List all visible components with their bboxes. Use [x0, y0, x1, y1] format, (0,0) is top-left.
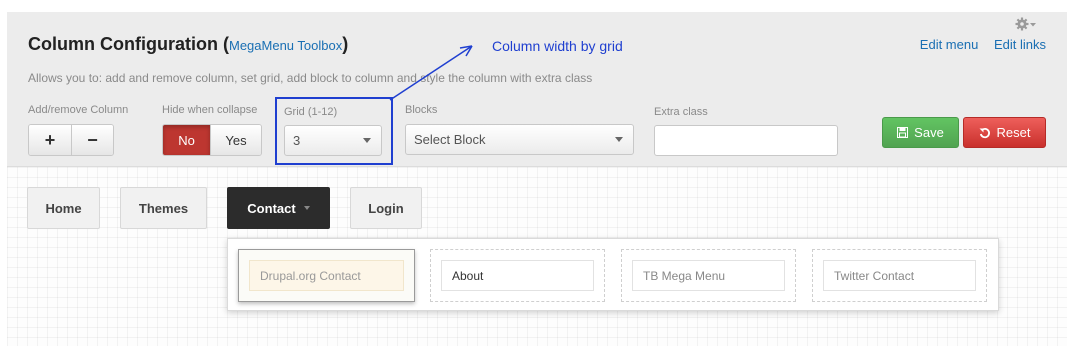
add-column-button[interactable]: +: [29, 125, 71, 155]
menu-column[interactable]: About: [430, 249, 605, 302]
nav-item-label: Login: [368, 200, 404, 216]
save-label: Save: [914, 125, 944, 140]
extra-class-input[interactable]: [654, 125, 838, 156]
title-text: Column Configuration: [28, 34, 218, 54]
edit-links-link[interactable]: Edit links: [994, 37, 1046, 52]
blocks-select[interactable]: Select Block: [405, 124, 634, 155]
extra-class-label: Extra class: [654, 106, 708, 118]
nav-item-label: Themes: [138, 200, 189, 216]
column-block: Drupal.org Contact: [249, 260, 404, 291]
menu-column[interactable]: TB Mega Menu: [621, 249, 796, 302]
gear-icon[interactable]: [1015, 17, 1037, 33]
toolbox-panel: Column Configuration (MegaMenu Toolbox) …: [7, 12, 1067, 167]
reset-icon: [979, 127, 990, 138]
column-block: About: [441, 260, 594, 291]
edit-menu-link[interactable]: Edit menu: [920, 37, 979, 52]
nav-item-login[interactable]: Login: [350, 187, 422, 229]
menu-column[interactable]: Twitter Contact: [812, 249, 987, 302]
add-remove-group: + −: [28, 124, 114, 156]
save-button[interactable]: Save: [882, 117, 959, 148]
save-icon: [897, 127, 909, 138]
blocks-select-value: Select Block: [414, 132, 486, 147]
megamenu-toolbox-link[interactable]: MegaMenu Toolbox: [229, 38, 342, 53]
hide-collapse-label: Hide when collapse: [162, 104, 258, 116]
top-links: Edit menu Edit links: [908, 37, 1046, 52]
nav-item-home[interactable]: Home: [27, 187, 100, 229]
column-block: Twitter Contact: [823, 260, 976, 291]
add-remove-label: Add/remove Column: [28, 104, 129, 116]
grid-highlight-box: [275, 97, 393, 165]
nav-item-themes[interactable]: Themes: [120, 187, 207, 229]
mega-dropdown: Drupal.org Contact About TB Mega Menu Tw…: [227, 238, 999, 311]
reset-button[interactable]: Reset: [963, 117, 1046, 148]
hide-yes-button[interactable]: Yes: [210, 125, 261, 155]
title-close-paren: ): [342, 34, 349, 54]
page-title: Column Configuration (MegaMenu Toolbox): [28, 34, 348, 55]
annotation-text: Column width by grid: [492, 38, 623, 54]
nav-item-contact[interactable]: Contact: [227, 187, 330, 229]
menu-column[interactable]: Drupal.org Contact: [238, 249, 415, 302]
annotation-arrow-icon: [389, 45, 473, 101]
caret-down-icon: [303, 206, 310, 210]
reset-label: Reset: [996, 125, 1031, 140]
nav-item-label: Contact: [247, 200, 296, 216]
nav-item-label: Home: [45, 200, 82, 216]
hide-collapse-toggle: No Yes: [162, 124, 262, 156]
description-text: Allows you to: add and remove column, se…: [28, 71, 593, 85]
remove-column-button[interactable]: −: [70, 125, 113, 155]
hide-no-button[interactable]: No: [163, 125, 211, 155]
column-block: TB Mega Menu: [632, 260, 785, 291]
chevron-down-icon: [615, 137, 623, 142]
